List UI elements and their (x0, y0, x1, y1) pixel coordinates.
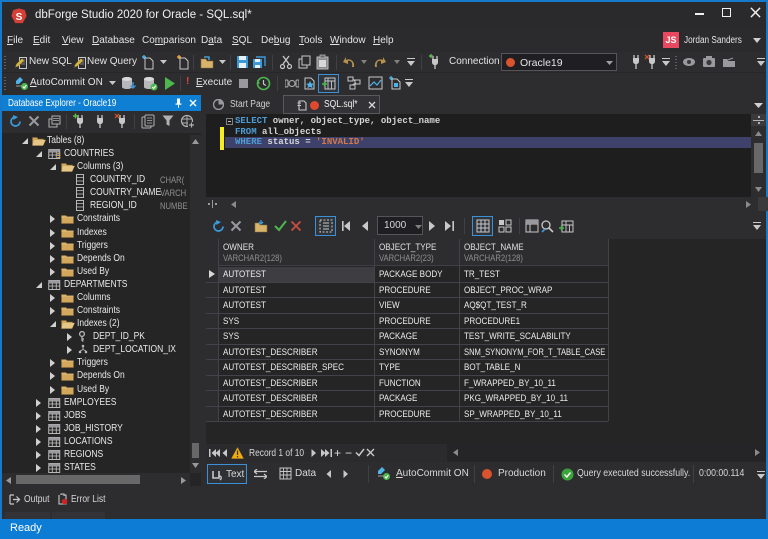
svg-text:S: S (16, 12, 23, 23)
